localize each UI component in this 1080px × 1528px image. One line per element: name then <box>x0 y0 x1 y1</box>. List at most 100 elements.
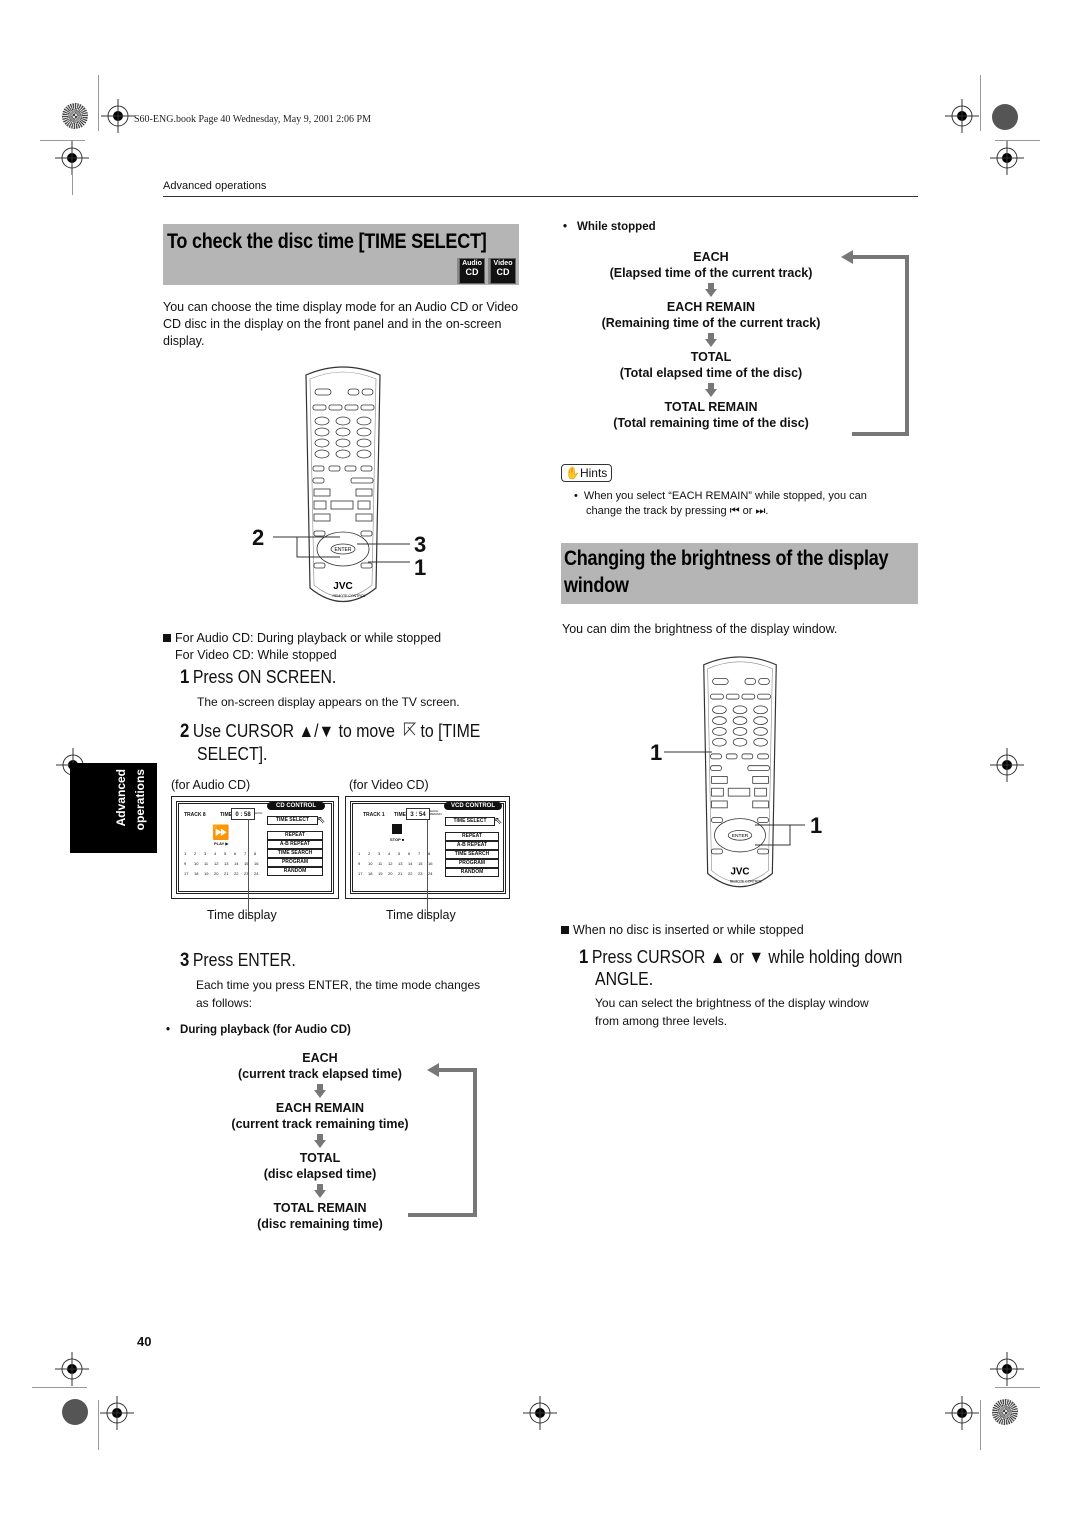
callout-lines <box>273 536 410 563</box>
registration-mark-icon <box>55 141 89 175</box>
brightness-step-1: 1 Press CURSOR ▲ or ▼ while holding down <box>579 947 903 968</box>
menu-time-search[interactable]: TIME SEARCH <box>445 850 499 859</box>
down-arrow-icon <box>705 333 717 347</box>
menu-ab-repeat[interactable]: A-B REPEAT <box>445 841 499 850</box>
time-display-pointer-line <box>248 819 249 919</box>
status-text: STOP ■ <box>390 837 405 842</box>
menu-time-select[interactable]: TIME SELECT <box>267 816 318 825</box>
menu-ab-repeat[interactable]: A-B REPEAT <box>267 840 323 849</box>
side-tab-line1: Advanced <box>114 769 128 827</box>
menu-program[interactable]: PROGRAM <box>267 858 323 867</box>
section-heading-brightness: Changing the brightness of the display w… <box>561 543 918 604</box>
play-icon: ⏩ <box>212 824 230 840</box>
track-label: TRACK 8 <box>184 812 206 818</box>
intro-text: You can choose the time display mode for… <box>163 300 519 348</box>
brightness-step-1-detail: You can select the brightness of the dis… <box>595 996 869 1028</box>
osd-video-caption: (for Video CD) <box>349 778 429 792</box>
osd-video-pointer-label: Time display <box>386 908 456 922</box>
time-display-pointer-line <box>427 819 428 919</box>
mode-tag: EACH REMAIN <box>430 809 442 816</box>
registration-mark-icon <box>523 1396 557 1430</box>
menu-random[interactable]: RANDOM <box>267 867 323 876</box>
down-arrow-icon <box>705 283 717 297</box>
callout-lines <box>664 751 805 846</box>
brand-logo: JVC <box>333 581 352 592</box>
side-tab-advanced-operations: Advanced operations <box>70 763 157 853</box>
section-title: To check the disc time [TIME SELECT] <box>167 230 487 253</box>
flow-item: TOTAL REMAIN (Total remaining time of the… <box>613 400 809 430</box>
step-3-detail: Each time you press ENTER, the time mode… <box>196 978 481 1010</box>
menu-repeat[interactable]: REPEAT <box>445 832 499 841</box>
callout-2: 2 <box>252 525 265 550</box>
square-bullet-icon <box>561 926 569 934</box>
brightness-step-1-cont: ANGLE. <box>595 969 654 989</box>
callout-1-angle: 1 <box>650 740 663 765</box>
stop-icon <box>392 824 402 834</box>
flow-item: TOTAL (Total elapsed time of the disc) <box>619 350 803 380</box>
menu-time-search[interactable]: TIME SEARCH <box>267 849 323 858</box>
menu-random[interactable]: RANDOM <box>445 868 499 877</box>
registration-mark-icon <box>945 99 979 133</box>
loop-back-arrow-icon <box>408 1063 477 1217</box>
registration-mark-icon <box>990 748 1024 782</box>
down-arrow-icon <box>314 1134 326 1148</box>
step-1-detail: The on-screen display appears on the TV … <box>197 695 460 709</box>
playback-heading: • During playback (for Audio CD) <box>166 1024 351 1036</box>
flow-item: EACH REMAIN (Remaining time of the curren… <box>601 300 821 330</box>
osd-audio-pointer-label: Time display <box>207 908 277 922</box>
section-heading-time-select: To check the disc time [TIME SELECT] Aud… <box>163 224 519 285</box>
menu-time-select[interactable]: TIME SELECT <box>445 817 495 826</box>
registration-wheel-icon <box>992 1399 1018 1425</box>
osd-audio-caption: (for Audio CD) <box>171 778 251 792</box>
book-info-line: S60-ENG.book Page 40 Wednesday, May 9, 2… <box>134 114 371 125</box>
registration-disc-icon <box>992 104 1018 130</box>
callout-1-cursor: 1 <box>810 813 823 838</box>
registration-mark-icon <box>100 1396 134 1430</box>
registration-wheel-icon <box>62 103 88 129</box>
track-label: TRACK 1 <box>363 812 385 818</box>
hand-icon: ✋ <box>565 466 580 480</box>
side-tab-line2: operations <box>133 769 147 831</box>
registration-mark-icon <box>945 1396 979 1430</box>
menu-repeat[interactable]: REPEAT <box>267 831 323 840</box>
step-2: 2 Use CURSOR ▲/▼ to move to [TIME <box>180 721 481 742</box>
hints-badge: ✋Hints <box>561 464 613 482</box>
brand-logo: JVC <box>730 866 749 877</box>
osd-audio-cd: CD CONTROL TRACK 8 TIME 0 : 58 EACH ⏩ PL… <box>171 796 339 919</box>
registration-disc-icon <box>62 1399 88 1425</box>
step-2-cont: SELECT]. <box>197 744 268 764</box>
header-rule <box>163 196 918 197</box>
flow-item: EACH (Elapsed time of the current track) <box>609 250 813 280</box>
mode-tag: EACH <box>254 811 263 815</box>
down-arrow-icon <box>705 383 717 397</box>
registration-mark-icon <box>101 99 135 133</box>
vcd-control-label: VCD CONTROL <box>444 802 502 810</box>
page-number: 40 <box>137 1334 152 1349</box>
brightness-condition: When no disc is inserted or while stoppe… <box>561 922 804 939</box>
registration-mark-icon <box>55 1352 89 1386</box>
cursor-arrow-icon: ⇖ <box>317 815 326 826</box>
menu-program[interactable]: PROGRAM <box>445 859 499 868</box>
track-grid: 12345678 9 10 11 12 13 14 15 16 17 18 19 20 21 22 23 2… <box>184 851 259 876</box>
pointer-cursor-icon <box>404 722 417 737</box>
section-title-line2: window <box>564 574 629 597</box>
brightness-intro: You can dim the brightness of the displa… <box>562 622 838 636</box>
condition-line-2: For Video CD: While stopped <box>175 648 337 662</box>
status-text: PLAY ▶ <box>214 841 229 846</box>
time-value: 0 : 58 <box>231 808 255 820</box>
hints-text: • When you select “EACH REMAIN” while sto… <box>574 490 867 517</box>
loop-back-arrow-icon <box>841 250 909 436</box>
down-arrow-icon <box>314 1084 326 1098</box>
step-3: 3 Press ENTER. <box>180 950 296 971</box>
registration-mark-icon <box>990 141 1024 175</box>
callout-1: 1 <box>414 555 427 580</box>
condition-line-1: For Audio CD: During playback or while s… <box>163 630 441 647</box>
step-1: 1 Press ON SCREEN. <box>180 667 337 688</box>
remote-subtitle: REMOTE CONTROL <box>332 594 365 598</box>
cursor-arrow-icon: ⇖ <box>494 816 503 827</box>
remote-subtitle: REMOTE CONTROL <box>730 879 762 883</box>
video-cd-badge: Video CD <box>490 258 516 284</box>
time-label: TIME <box>394 812 406 818</box>
track-grid: 12345678 9 10 11 12 13 14 15 16 17 18 19 20 21 22 23 2… <box>358 851 433 876</box>
running-head: Advanced operations <box>163 180 267 192</box>
